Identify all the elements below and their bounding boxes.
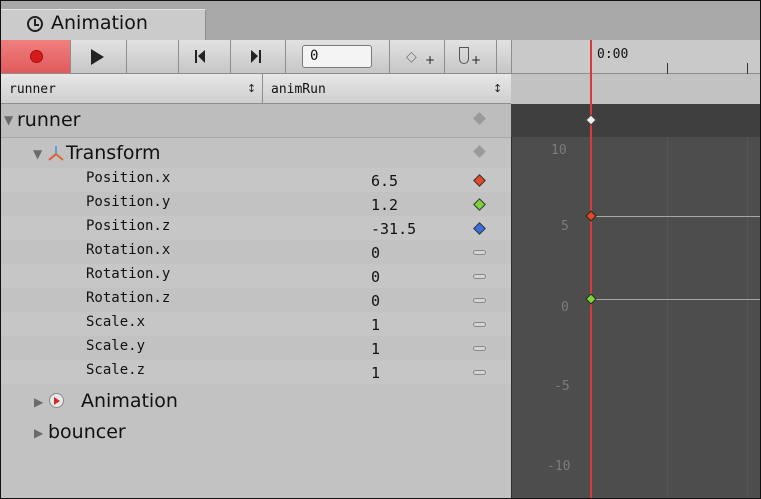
ruler-tick [747,63,748,74]
record-icon [30,50,43,63]
property-value[interactable]: 1 [371,340,380,358]
tree-row-transform[interactable]: ▼ Transform [1,140,511,168]
curve-position-x[interactable] [591,216,760,217]
property-name: Rotation.z [86,290,171,306]
keyframe-diamond-icon[interactable] [473,112,486,125]
y-axis-label: -10 [547,459,571,474]
y-axis-label: 0 [561,300,569,315]
keyframe-diamond-icon[interactable] [473,174,486,187]
property-row[interactable]: Scale.z 1 [1,360,511,384]
toolbar: 0 ◇ + + [1,40,511,74]
ruler-tick [667,63,668,74]
add-keyframe-button[interactable]: ◇ + [390,40,445,73]
tab-title: Animation [51,12,148,34]
tree-row-runner[interactable]: ▼ runner [1,104,511,138]
keyframe-diamond-icon[interactable] [473,222,486,235]
frame-field-cell [286,40,390,73]
property-name: Scale.z [86,362,146,378]
add-event-button[interactable]: + [445,40,497,73]
property-row[interactable]: Rotation.z 0 [1,288,511,312]
property-value[interactable]: 6.5 [371,172,398,190]
updown-arrow-icon[interactable]: ↕ [493,82,502,95]
add-event-icon [459,47,469,64]
property-value[interactable]: 0 [371,292,380,310]
property-name: Rotation.y [86,266,171,282]
add-keyframe-icon: ◇ [406,49,417,65]
property-row[interactable]: Rotation.x 0 [1,240,511,264]
property-row[interactable]: Scale.y 1 [1,336,511,360]
grid-line [747,137,748,498]
property-row[interactable]: Rotation.y 0 [1,264,511,288]
y-axis-label: -5 [554,379,570,394]
keyframe-diamond-icon[interactable] [473,198,486,211]
time-ruler[interactable] [511,40,760,74]
property-hierarchy: ▼ runner ▼ Transform Position.x 6.5 Positi… [1,104,511,498]
property-name: Position.z [86,218,171,234]
selector-bar: runner ↕ animRun ↕ [1,74,511,104]
collapse-arrow-icon[interactable]: ▶ [34,395,43,409]
property-row[interactable]: Position.z -31.5 [1,216,511,240]
property-name: Position.x [86,170,171,186]
transform-icon [48,146,64,161]
property-value[interactable]: 0 [371,244,380,262]
property-name: Scale.y [86,338,146,354]
property-value[interactable]: 1 [371,364,380,382]
no-keyframe-icon[interactable] [473,298,486,303]
play-button[interactable] [71,40,127,73]
collapse-arrow-icon[interactable]: ▶ [34,426,43,440]
property-value[interactable]: 0 [371,268,380,286]
grid-line [667,137,668,498]
prev-keyframe-button[interactable] [179,40,231,73]
property-name: Scale.x [86,314,146,330]
property-value[interactable]: 1 [371,316,380,334]
clock-icon [27,16,43,32]
no-keyframe-icon[interactable] [473,322,486,327]
property-name: Rotation.x [86,242,171,258]
time-label: 0:00 [597,47,629,62]
property-row[interactable]: Scale.x 1 [1,312,511,336]
toolbar-spacer [127,40,179,73]
property-value[interactable]: 1.2 [371,196,398,214]
no-keyframe-icon[interactable] [473,250,486,255]
divider [262,74,263,103]
playhead[interactable] [590,40,592,498]
property-name: Position.y [86,194,171,210]
tree-label: runner [17,109,81,131]
animation-component-icon [49,393,64,408]
curve-position-y[interactable] [591,299,760,300]
next-keyframe-icon [251,50,258,63]
tab-animation[interactable]: Animation [1,9,206,40]
summary-track [511,104,760,137]
play-icon [91,49,104,65]
property-value[interactable]: -31.5 [371,220,416,238]
tree-label: bouncer [48,421,126,443]
property-row[interactable]: Position.y 1.2 [1,192,511,216]
animation-window: Animation 0 ◇ + + 0:00 runner ↕ animRun … [0,0,761,499]
clip-selector[interactable]: animRun [271,82,326,97]
property-row[interactable]: Position.x 6.5 [1,168,511,192]
expand-arrow-icon[interactable]: ▼ [33,147,42,161]
tree-row-bouncer[interactable]: ▶ bouncer [1,419,511,447]
tree-row-animation[interactable]: ▶ Animation [1,388,511,416]
expand-arrow-icon[interactable]: ▼ [4,113,13,127]
y-axis-label: 10 [551,143,567,158]
curve-editor[interactable] [511,104,760,498]
object-selector[interactable]: runner [9,82,56,97]
next-keyframe-button[interactable] [231,40,286,73]
prev-keyframe-icon [195,50,197,63]
record-button[interactable] [1,40,71,73]
no-keyframe-icon[interactable] [473,274,486,279]
keyframe-diamond-icon[interactable] [473,145,486,158]
y-axis-label: 5 [561,219,569,234]
tree-label: Transform [66,142,161,164]
no-keyframe-icon[interactable] [473,346,486,351]
updown-arrow-icon[interactable]: ↕ [247,82,256,95]
tree-label: Animation [81,390,178,412]
no-keyframe-icon[interactable] [473,370,486,375]
